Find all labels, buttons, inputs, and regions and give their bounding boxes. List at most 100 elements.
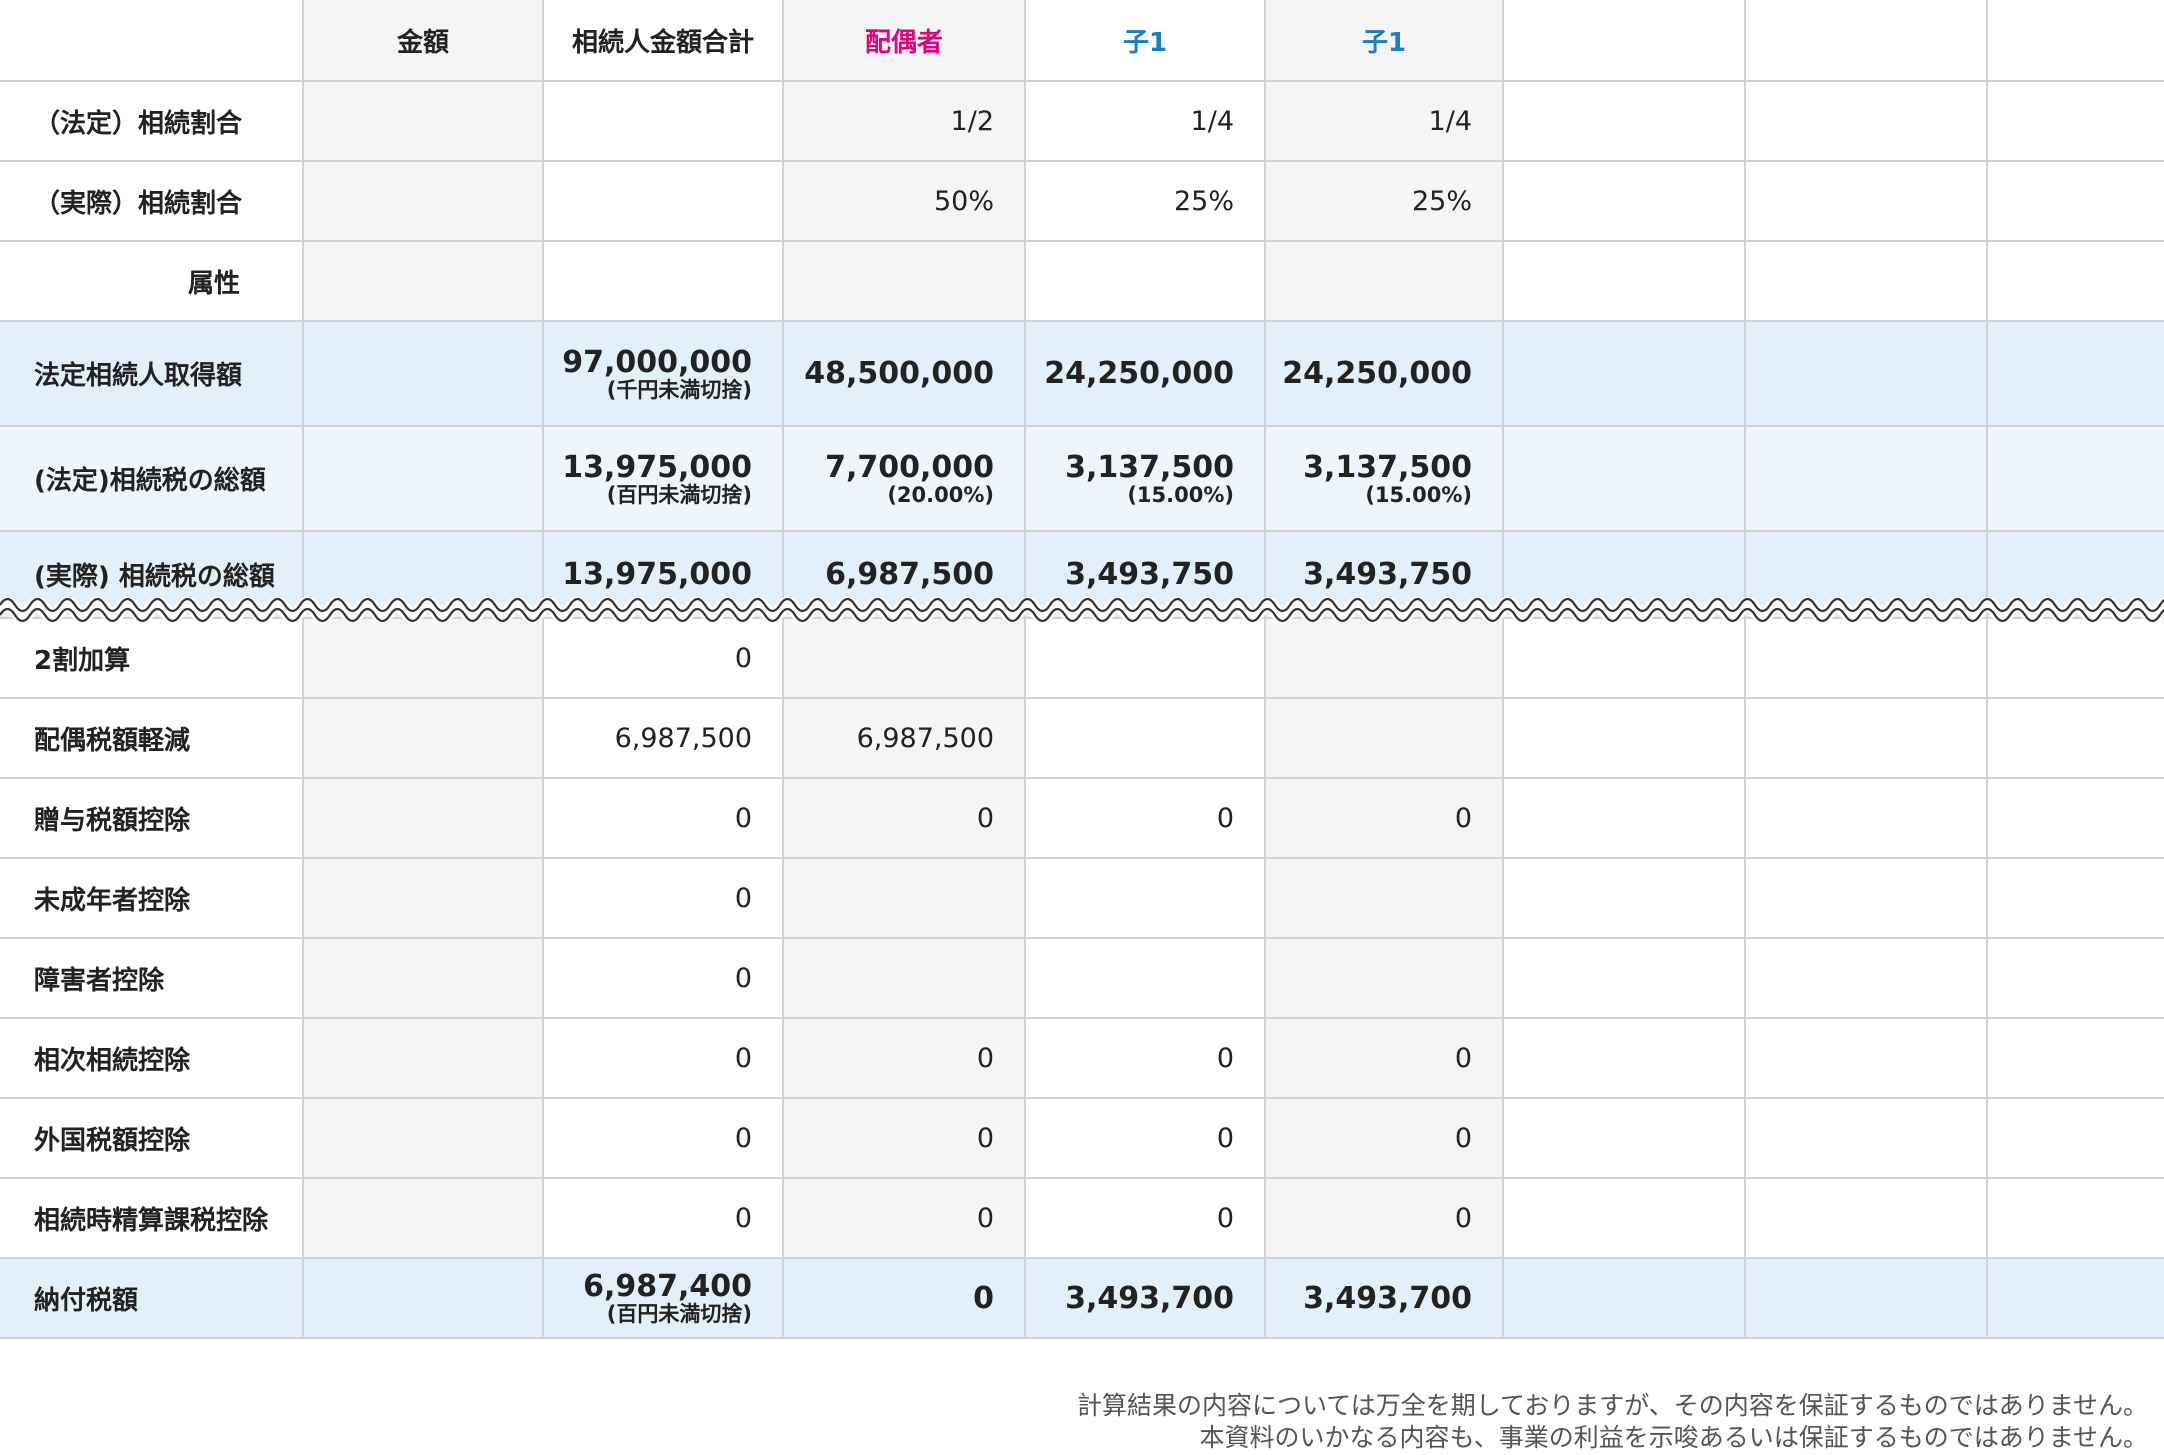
- disclaimer: 計算結果の内容については万全を期しておりますが、その内容を保証するものではありま…: [1077, 1390, 2148, 1454]
- empty-cell: [1502, 1017, 1746, 1099]
- spouse-cell: 6,987,500: [782, 530, 1026, 619]
- amount-cell: [302, 1177, 544, 1259]
- header-amount: 金額: [302, 0, 544, 82]
- total-rounding-note: (千円未満切捨): [606, 377, 752, 402]
- empty-cell: [1744, 1017, 1988, 1099]
- spouse-cell: 7,700,000 (20.00%): [782, 425, 1026, 532]
- amount-cell: [302, 530, 544, 619]
- empty-cell: [1502, 697, 1746, 779]
- empty-cell: [1744, 857, 1988, 939]
- total-cell: 0: [542, 617, 784, 699]
- amount-cell: [302, 1017, 544, 1099]
- child-2-cell: 3,493,700: [1264, 1257, 1504, 1339]
- deduction-row-foreign-tax: 外国税額控除 0 0 0 0: [0, 1097, 2164, 1179]
- empty-cell: [1744, 777, 1988, 859]
- empty-cell: [1744, 240, 1988, 322]
- header-row: 金額 相続人金額合計 配偶者 子1 子1: [0, 0, 2164, 82]
- empty-cell: [1744, 1097, 1988, 1179]
- spouse-cell: [782, 857, 1026, 939]
- amount-cell: [302, 857, 544, 939]
- row-label: 贈与税額控除: [0, 777, 304, 859]
- empty-cell: [1502, 857, 1746, 939]
- total-cell: 13,975,000: [542, 530, 784, 619]
- spouse-cell: 0: [782, 1257, 1026, 1339]
- header-heir-child-2: 子1: [1264, 0, 1504, 82]
- deduction-row-settlement-tax: 相続時精算課税控除 0 0 0 0: [0, 1177, 2164, 1259]
- total-cell: 0: [542, 857, 784, 939]
- child-1-cell: 0: [1024, 1097, 1266, 1179]
- inheritance-tax-table: 金額 相続人金額合計 配偶者 子1 子1 （法定）相続割合 1/2 1/4 1/…: [0, 0, 2164, 1339]
- spouse-cell: 50%: [782, 160, 1026, 242]
- header-empty-cell: [1502, 0, 1746, 82]
- empty-cell: [1502, 1177, 1746, 1259]
- total-cell: [542, 80, 784, 162]
- empty-cell: [1502, 1257, 1746, 1339]
- child-1-cell: 3,493,750: [1024, 530, 1266, 619]
- child-2-cell: 3,137,500 (15.00%): [1264, 425, 1504, 532]
- row-label: 法定相続人取得額: [0, 320, 304, 427]
- total-rounding-note: (百円未満切捨): [606, 1302, 752, 1326]
- child-1-cell: 0: [1024, 777, 1266, 859]
- total-cell: [542, 240, 784, 322]
- row-label: （実際）相続割合: [0, 160, 304, 242]
- legal-tax-total-row: (法定)相続税の総額 13,975,000 (百円未満切捨) 7,700,000…: [0, 425, 2164, 532]
- row-label: 障害者控除: [0, 937, 304, 1019]
- deduction-row-successive: 相次相続控除 0 0 0 0: [0, 1017, 2164, 1099]
- amount-cell: [302, 160, 544, 242]
- spouse-cell: 48,500,000: [782, 320, 1026, 427]
- child-2-value: 3,137,500: [1303, 449, 1472, 485]
- actual-ratio-row: （実際）相続割合 50% 25% 25%: [0, 160, 2164, 242]
- amount-cell: [302, 777, 544, 859]
- empty-cell: [1744, 1177, 1988, 1259]
- child-1-cell: [1024, 937, 1266, 1019]
- deduction-row-minor: 未成年者控除 0: [0, 857, 2164, 939]
- amount-cell: [302, 80, 544, 162]
- empty-cell: [1744, 320, 1988, 427]
- spouse-rate: (20.00%): [887, 482, 994, 507]
- child-2-cell: [1264, 240, 1504, 322]
- empty-cell: [1502, 240, 1746, 322]
- empty-cell: [1986, 1017, 2164, 1099]
- header-empty-cell: [1744, 0, 1988, 82]
- empty-cell: [1986, 777, 2164, 859]
- spouse-cell: 0: [782, 777, 1026, 859]
- legal-ratio-row: （法定）相続割合 1/2 1/4 1/4: [0, 80, 2164, 162]
- actual-tax-total-row: (実際) 相続税の総額 13,975,000 6,987,500 3,493,7…: [0, 530, 2164, 619]
- total-value: 6,987,400: [583, 1269, 752, 1304]
- empty-cell: [1986, 1097, 2164, 1179]
- empty-cell: [1502, 425, 1746, 532]
- total-cell: 0: [542, 777, 784, 859]
- total-cell: 97,000,000 (千円未満切捨): [542, 320, 784, 427]
- row-label: (法定)相続税の総額: [0, 425, 304, 532]
- child-2-cell: 0: [1264, 1097, 1504, 1179]
- child-2-cell: 0: [1264, 1017, 1504, 1099]
- empty-cell: [1502, 937, 1746, 1019]
- child-2-cell: 25%: [1264, 160, 1504, 242]
- empty-cell: [1986, 80, 2164, 162]
- amount-cell: [302, 937, 544, 1019]
- empty-cell: [1986, 1257, 2164, 1339]
- empty-cell: [1986, 857, 2164, 939]
- child-2-cell: 0: [1264, 777, 1504, 859]
- total-cell: 0: [542, 1017, 784, 1099]
- row-label: 配偶税額軽減: [0, 697, 304, 779]
- empty-cell: [1744, 425, 1988, 532]
- spouse-cell: [782, 937, 1026, 1019]
- child-1-value: 3,137,500: [1065, 449, 1234, 485]
- total-cell: 6,987,400 (百円未満切捨): [542, 1257, 784, 1339]
- row-label: 納付税額: [0, 1257, 304, 1339]
- attribute-row: 属性: [0, 240, 2164, 322]
- child-2-cell: 1/4: [1264, 80, 1504, 162]
- child-1-cell: 1/4: [1024, 80, 1266, 162]
- child-1-cell: 25%: [1024, 160, 1266, 242]
- empty-cell: [1744, 80, 1988, 162]
- spouse-cell: 0: [782, 1177, 1026, 1259]
- child-1-rate: (15.00%): [1127, 482, 1234, 507]
- child-2-cell: 0: [1264, 1177, 1504, 1259]
- child-1-cell: 24,250,000: [1024, 320, 1266, 427]
- empty-cell: [1502, 160, 1746, 242]
- spouse-value: 7,700,000: [825, 449, 994, 485]
- child-1-cell: [1024, 697, 1266, 779]
- empty-cell: [1744, 697, 1988, 779]
- amount-cell: [302, 240, 544, 322]
